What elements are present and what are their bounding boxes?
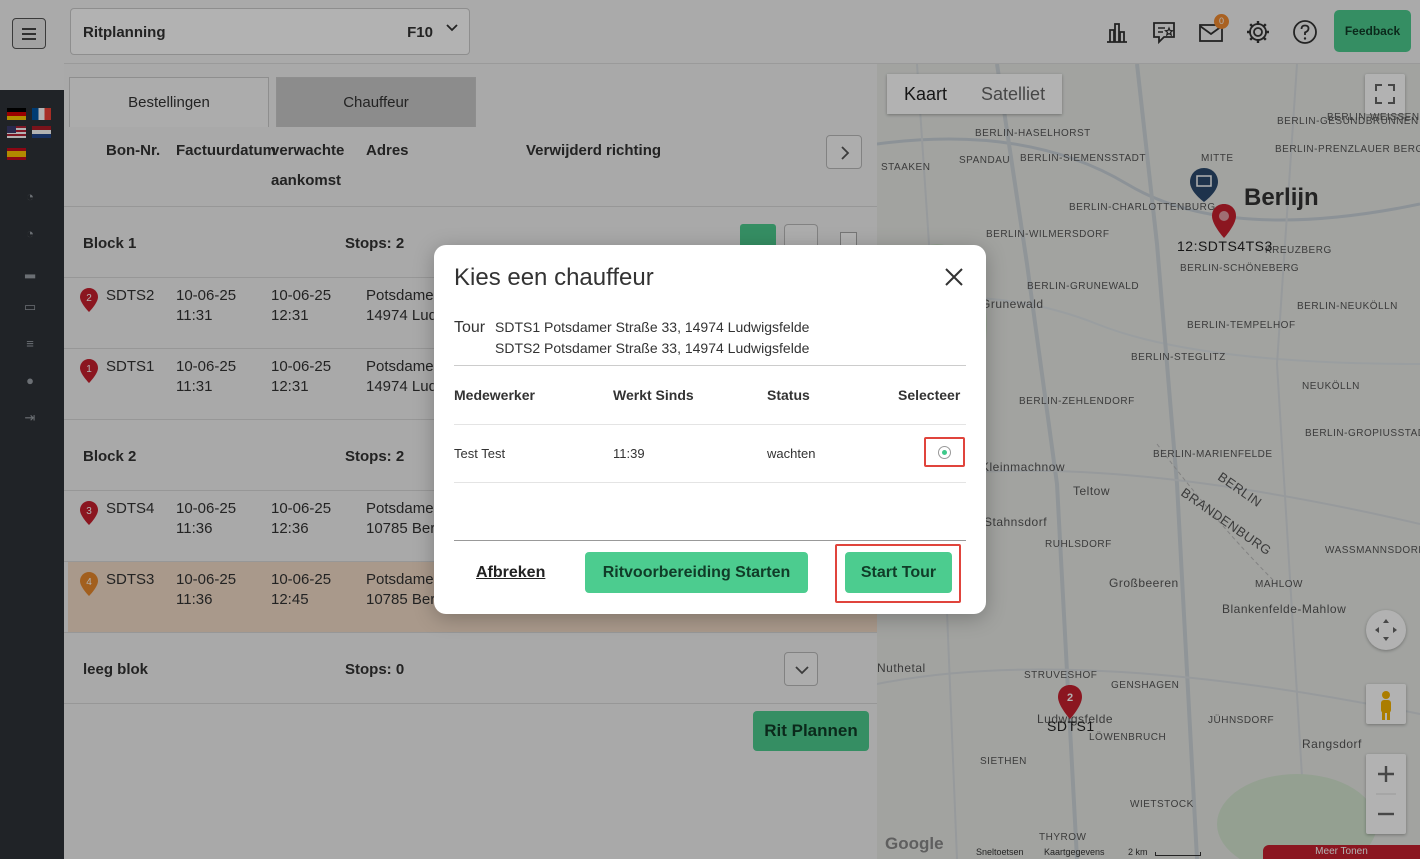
- header-medewerker: Medewerker: [454, 387, 535, 403]
- start-tour-highlight: Start Tour: [835, 544, 961, 603]
- tour-stop: SDTS1 Potsdamer Straße 33, 14974 Ludwigs…: [495, 319, 810, 335]
- modal-title: Kies een chauffeur: [454, 264, 654, 291]
- driver-select-radio[interactable]: [938, 446, 951, 459]
- start-preparation-button[interactable]: Ritvoorbereiding Starten: [585, 552, 808, 593]
- app: ◔ ◔ ▂ ▭ ≡ ● ⇥ Ritplanning F10 0 Feedback…: [0, 0, 1420, 859]
- tour-stop: SDTS2 Potsdamer Straße 33, 14974 Ludwigs…: [495, 340, 810, 356]
- close-icon[interactable]: [943, 266, 965, 288]
- header-selecteer: Selecteer: [898, 387, 961, 403]
- divider: [454, 365, 966, 366]
- cancel-button[interactable]: Afbreken: [476, 564, 545, 582]
- start-tour-button[interactable]: Start Tour: [845, 552, 952, 593]
- driver-name: Test Test: [454, 446, 506, 461]
- driver-select-highlight: [924, 437, 965, 467]
- header-werkt-sinds: Werkt Sinds: [613, 387, 694, 403]
- header-status: Status: [767, 387, 810, 403]
- driver-status: wachten: [767, 446, 816, 461]
- choose-driver-modal: Kies een chauffeur Tour SDTS1 Potsdamer …: [434, 245, 986, 614]
- tour-label: Tour: [454, 319, 486, 336]
- driver-since: 11:39: [613, 446, 645, 461]
- divider: [454, 540, 966, 541]
- divider: [454, 424, 966, 425]
- divider: [454, 482, 966, 483]
